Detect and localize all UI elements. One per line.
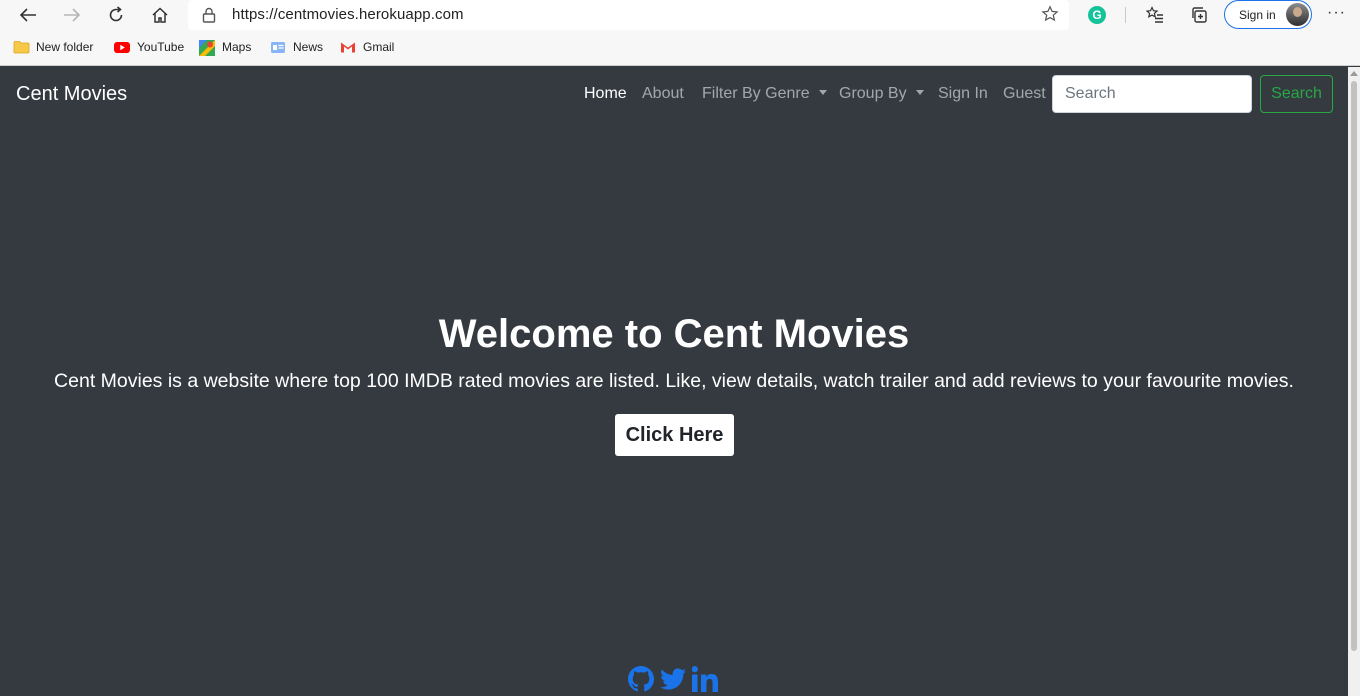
bookmarks-bar: New folder YouTube Maps News Gmail (0, 36, 1360, 58)
collections-button[interactable] (1185, 2, 1213, 28)
linkedin-icon[interactable] (691, 666, 718, 696)
more-menu-button[interactable]: ··· (1327, 4, 1346, 22)
favorites-list-icon (1146, 6, 1163, 23)
favorite-star-icon[interactable] (1041, 5, 1059, 23)
toolbar-divider (1125, 7, 1126, 23)
nav-link-about[interactable]: About (642, 85, 684, 103)
hero-title: Welcome to Cent Movies (438, 312, 910, 356)
browser-chrome: https://centmovies.herokuapp.com G Sign … (0, 0, 1360, 66)
maps-icon (199, 40, 215, 56)
caret-down-icon (818, 90, 827, 95)
lock-icon (202, 7, 216, 23)
nav-dropdown-filter-by-genre[interactable]: Filter By Genre (702, 85, 827, 103)
forward-arrow-icon (64, 8, 81, 22)
nav-dropdown-label: Group By (839, 85, 907, 102)
bookmark-label: New folder (36, 40, 94, 54)
social-links (628, 666, 718, 696)
nav-dropdown-label: Filter By Genre (702, 85, 810, 102)
twitter-icon[interactable] (660, 666, 686, 696)
nav-link-sign-in[interactable]: Sign In (938, 85, 988, 103)
page-viewport: Cent Movies Home About Filter By Genre G… (0, 67, 1348, 696)
nav-link-guest[interactable]: Guest (1003, 85, 1046, 103)
scrollbar-thumb[interactable] (1351, 81, 1357, 651)
bookmark-youtube[interactable]: YouTube (114, 36, 184, 58)
back-button[interactable] (14, 2, 42, 28)
bookmark-label: Gmail (363, 40, 395, 54)
folder-icon (13, 40, 30, 54)
favorites-button[interactable] (1141, 2, 1169, 28)
navbar-brand[interactable]: Cent Movies (16, 83, 127, 106)
profile-signin-button[interactable]: Sign in (1224, 0, 1312, 29)
gmail-icon (340, 40, 356, 54)
forward-button[interactable] (58, 2, 86, 28)
news-icon (270, 40, 286, 54)
youtube-icon (114, 40, 130, 54)
github-icon[interactable] (628, 666, 654, 696)
click-here-button[interactable]: Click Here (615, 414, 734, 456)
scroll-up-arrow-icon[interactable] (1350, 71, 1358, 76)
hero-description: Cent Movies is a website where top 100 I… (54, 370, 1294, 392)
home-icon (152, 7, 168, 23)
refresh-icon (109, 6, 123, 22)
address-bar[interactable]: https://centmovies.herokuapp.com (188, 0, 1069, 30)
search-input[interactable] (1052, 75, 1252, 113)
bookmark-news[interactable]: News (270, 36, 323, 58)
nav-dropdown-group-by[interactable]: Group By (839, 85, 924, 103)
signin-label: Sign in (1239, 8, 1276, 22)
collections-icon (1192, 7, 1207, 23)
browser-toolbar: https://centmovies.herokuapp.com G Sign … (0, 0, 1360, 32)
url-text: https://centmovies.herokuapp.com (232, 6, 464, 23)
bookmark-gmail[interactable]: Gmail (340, 36, 394, 58)
bookmark-label: YouTube (137, 40, 185, 54)
search-button[interactable]: Search (1260, 75, 1333, 113)
bookmark-maps[interactable]: Maps (199, 36, 251, 58)
bookmark-new-folder[interactable]: New folder (13, 36, 93, 58)
nav-link-home[interactable]: Home (584, 85, 627, 103)
bookmark-label: News (293, 40, 324, 54)
grammarly-extension-icon[interactable]: G (1088, 6, 1106, 24)
avatar (1286, 3, 1309, 26)
home-button[interactable] (146, 2, 174, 28)
refresh-button[interactable] (102, 2, 130, 28)
page-scrollbar[interactable] (1348, 67, 1360, 696)
caret-down-icon (915, 90, 924, 95)
back-arrow-icon (19, 8, 36, 22)
bookmark-label: Maps (222, 40, 252, 54)
